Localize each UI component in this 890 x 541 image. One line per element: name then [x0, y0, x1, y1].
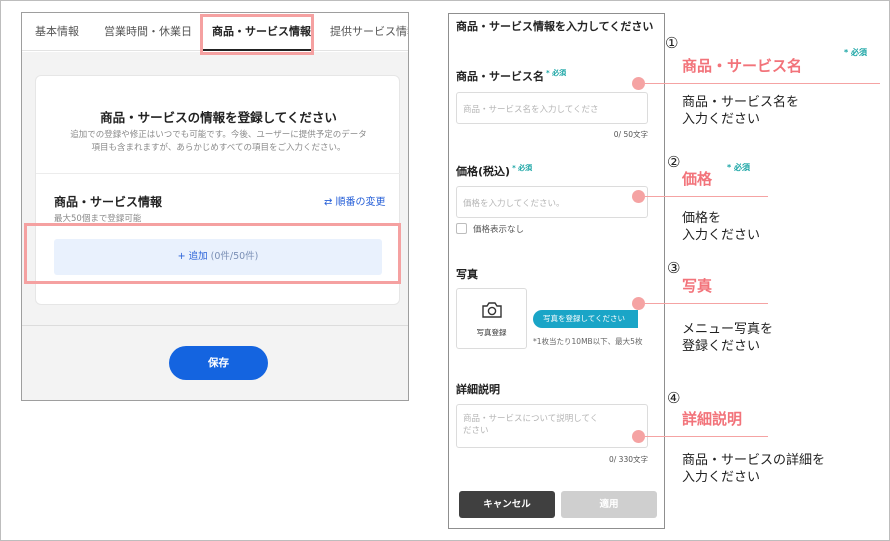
- photo-upload-button[interactable]: 写真登録: [456, 288, 527, 349]
- detail-textarea[interactable]: 商品・サービスについて説明してく ださい: [456, 404, 648, 448]
- add-button-label: + 追加: [177, 251, 208, 262]
- detail-char-counter: 0/ 330文字: [609, 455, 648, 464]
- card-title: 商品・サービスの情報を登録してください: [100, 110, 337, 125]
- save-button[interactable]: 保存: [169, 346, 268, 380]
- annotation-number: ②: [667, 153, 681, 171]
- pointer-line: [645, 196, 768, 197]
- annotation-title: 詳細説明: [682, 410, 743, 428]
- card-desc-line2: 項目も含まれますが、あらかじめすべての項目をご入力ください。: [91, 143, 346, 153]
- footer-divider: [22, 325, 408, 326]
- pointer-line: [645, 303, 768, 304]
- annotation-title: 商品・サービス名: [682, 57, 803, 75]
- card-divider: [36, 173, 401, 174]
- annotation-required: * 必須: [727, 163, 750, 172]
- annotation-desc-line2: 入力ください: [682, 112, 761, 127]
- add-product-button[interactable]: + 追加 (0件/50件): [54, 239, 382, 275]
- name-char-counter: 0/ 50文字: [613, 130, 648, 139]
- annotation-desc-line2: 登録ください: [682, 339, 761, 354]
- figure-frame: 基本情報 営業時間・休業日 商品・サービス情報 提供サービス情報 商品・サービス…: [0, 0, 890, 541]
- modal-title: 商品・サービス情報を入力してください: [456, 20, 654, 33]
- detail-placeholder-line2: ださい: [463, 426, 489, 436]
- product-input-modal: 商品・サービス情報を入力してください 商品・サービス名 * 必須 商品・サービス名…: [448, 13, 665, 529]
- annotation-desc-line2: 入力ください: [682, 470, 761, 485]
- tab-bar: 基本情報 営業時間・休業日 商品・サービス情報 提供サービス情報: [22, 13, 408, 51]
- annotation-desc-line1: 価格を: [682, 211, 722, 226]
- annotation-description: 商品・サービス名を 入力ください: [682, 94, 799, 128]
- price-input[interactable]: 価格を入力してください。: [456, 186, 648, 218]
- reorder-link[interactable]: ⇄ 順番の変更: [324, 193, 386, 208]
- annotation-title: 写真: [682, 277, 713, 295]
- tab-basic-info[interactable]: 基本情報: [35, 23, 79, 39]
- required-mark: * 必須: [546, 69, 567, 77]
- annotation-required: * 必須: [844, 48, 867, 57]
- product-name-input[interactable]: 商品・サービス名を入力してくださ: [456, 92, 648, 124]
- tab-provided-services[interactable]: 提供サービス情報: [330, 23, 408, 39]
- photo-field-label: 写真: [456, 268, 478, 281]
- price-label-text: 価格(税込): [456, 165, 511, 178]
- photo-size-note: *1枚当たり10MB以下、最大5枚: [533, 337, 643, 346]
- pointer-line: [645, 83, 880, 84]
- name-field-label: 商品・サービス名 * 必須: [456, 68, 566, 84]
- camera-icon: [482, 302, 502, 318]
- limit-note: 最大50個まで登録可能: [54, 214, 142, 224]
- annotation-description: メニュー写真を 登録ください: [682, 321, 773, 355]
- registration-panel: 基本情報 営業時間・休業日 商品・サービス情報 提供サービス情報 商品・サービス…: [21, 12, 409, 401]
- annotation-number: ④: [667, 389, 681, 407]
- section-title: 商品・サービス情報: [54, 195, 163, 209]
- detail-placeholder-line1: 商品・サービスについて説明してく: [463, 414, 599, 424]
- annotation-number: ①: [665, 34, 679, 52]
- detail-field-label: 詳細説明: [456, 383, 500, 396]
- photo-tooltip: 写真を登録してください: [533, 310, 638, 328]
- required-mark: * 必須: [512, 164, 533, 172]
- annotation-title: 価格: [682, 170, 713, 188]
- pointer-dot: [632, 190, 645, 203]
- card-desc-line1: 追加での登録や修正はいつでも可能です。今後、ユーザーに提供予定のデータ: [70, 130, 367, 140]
- apply-button[interactable]: 適用: [561, 491, 657, 518]
- card-description: 追加での登録や修正はいつでも可能です。今後、ユーザーに提供予定のデータ 項目も含…: [56, 129, 381, 155]
- cancel-button[interactable]: キャンセル: [459, 491, 555, 518]
- hide-price-checkbox[interactable]: [456, 223, 467, 234]
- hide-price-label: 価格表示なし: [473, 225, 525, 235]
- annotation-description: 価格を 入力ください: [682, 210, 760, 244]
- annotation-desc-line1: 商品・サービス名を: [682, 95, 800, 110]
- pointer-line: [645, 436, 768, 437]
- photo-upload-label: 写真登録: [476, 328, 507, 337]
- pointer-dot: [632, 430, 645, 443]
- annotation-desc-line2: 入力ください: [682, 228, 761, 243]
- annotation-desc-line1: 商品・サービスの詳細を: [682, 453, 826, 468]
- product-card: 商品・サービスの情報を登録してください 追加での登録や修正はいつでも可能です。今…: [35, 75, 401, 305]
- pointer-dot: [632, 297, 645, 310]
- pointer-dot: [632, 77, 645, 90]
- price-field-label: 価格(税込) * 必須: [456, 163, 532, 179]
- tab-products-services[interactable]: 商品・サービス情報: [212, 23, 311, 39]
- name-label-text: 商品・サービス名: [456, 70, 544, 83]
- annotation-description: 商品・サービスの詳細を 入力ください: [682, 452, 825, 486]
- annotation-number: ③: [667, 259, 681, 277]
- active-tab-indicator: [202, 49, 312, 51]
- annotation-desc-line1: メニュー写真を: [682, 322, 774, 337]
- add-button-count: (0件/50件): [210, 251, 259, 262]
- tab-business-hours[interactable]: 営業時間・休業日: [104, 23, 192, 39]
